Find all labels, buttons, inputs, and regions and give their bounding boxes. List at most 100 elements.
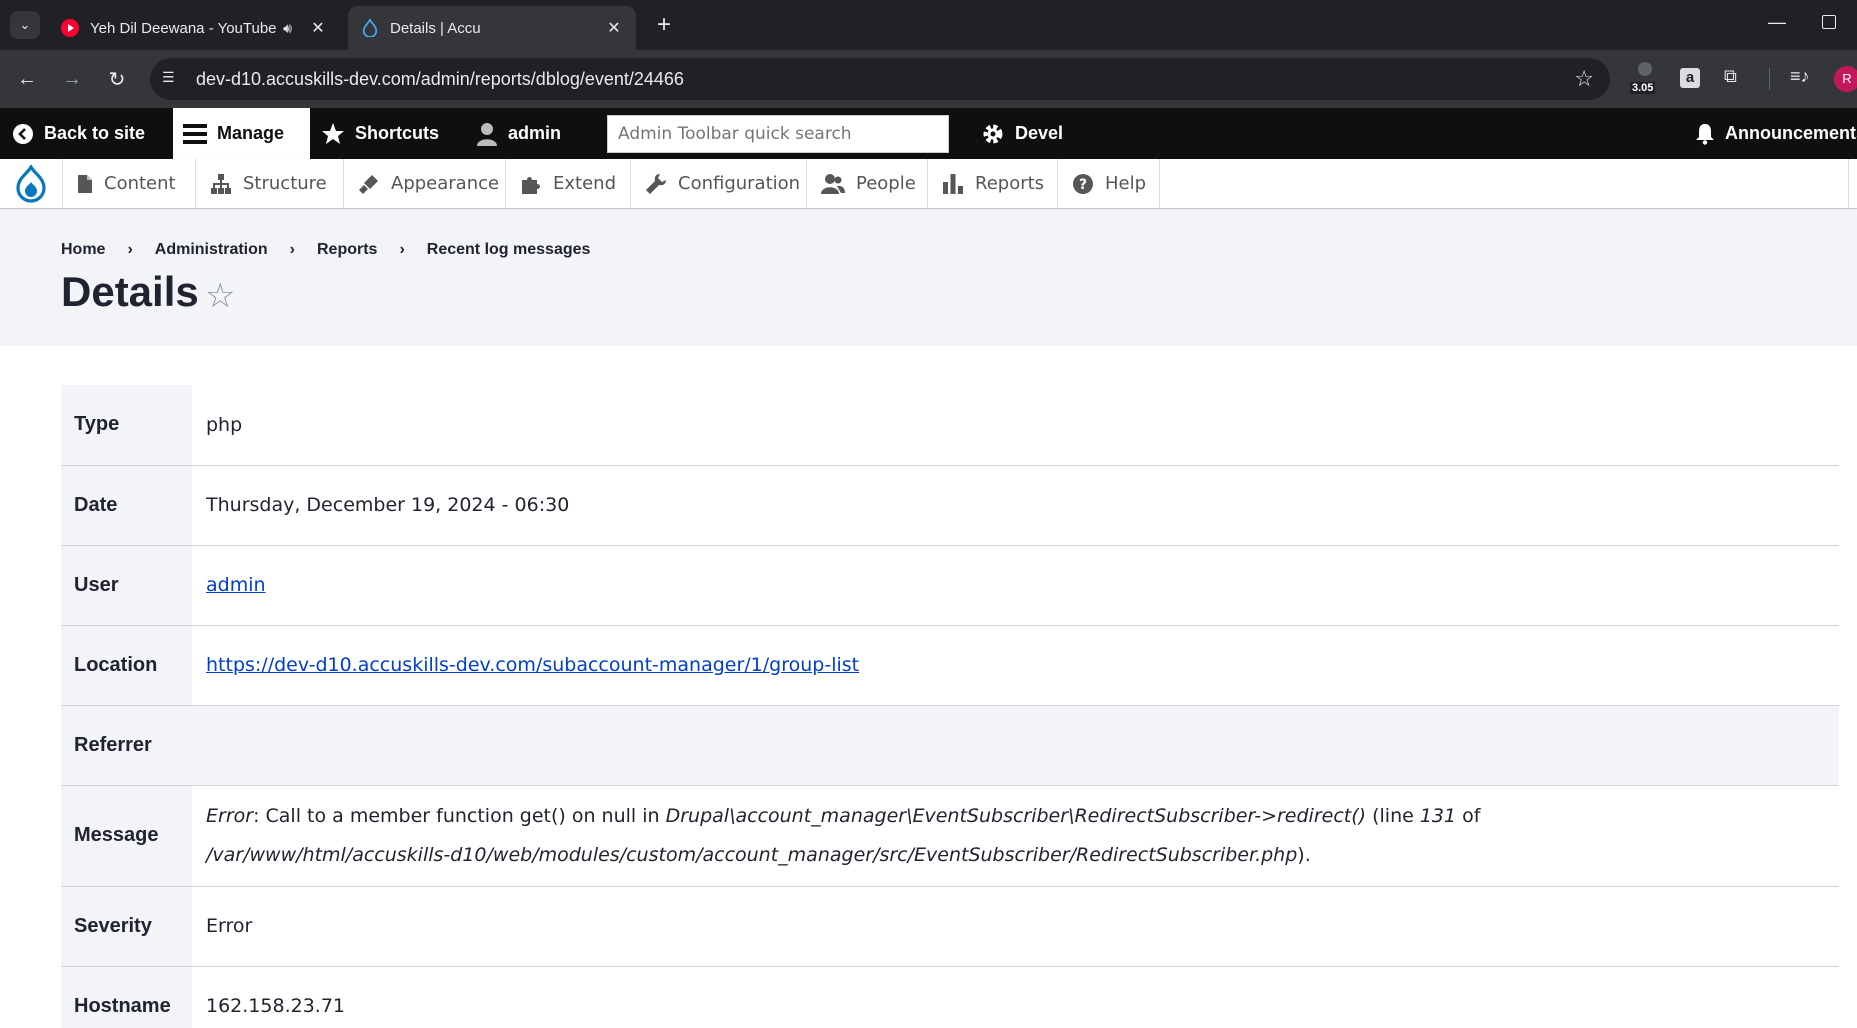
tray-item-help[interactable]: ? Help: [1057, 159, 1159, 208]
site-info-icon[interactable]: ☰: [162, 69, 182, 89]
tray-item-label: Configuration: [678, 173, 801, 194]
tray-item-label: Help: [1105, 173, 1147, 194]
tray-item-appearance[interactable]: Appearance: [343, 159, 505, 208]
tray-divider: [1159, 159, 1160, 208]
announcements-tab[interactable]: Announcements: [1695, 108, 1857, 159]
manage-tab[interactable]: Manage: [173, 108, 310, 159]
toolbar-divider: [1769, 68, 1770, 90]
reload-icon[interactable]: ↻: [102, 64, 132, 94]
type-value: php: [192, 385, 1839, 466]
user-link[interactable]: admin: [206, 574, 266, 596]
breadcrumb-reports[interactable]: Reports: [317, 241, 377, 259]
row-label: Location: [61, 625, 192, 706]
table-row: Type php: [61, 385, 1839, 466]
tray-item-people[interactable]: People: [806, 159, 927, 208]
table-row: Severity Error: [61, 886, 1839, 967]
breadcrumb-separator-icon: ›: [289, 241, 295, 258]
star-icon: [321, 122, 345, 146]
hostname-value: 162.158.23.71: [192, 966, 1839, 1028]
message-text: of: [1456, 804, 1481, 827]
breadcrumb-home[interactable]: Home: [61, 241, 105, 259]
back-to-site-link[interactable]: Back to site: [12, 108, 145, 159]
devel-tab[interactable]: Devel: [981, 108, 1063, 159]
tray-divider: [1848, 159, 1849, 208]
address-bar[interactable]: ☰ dev-d10.accuskills-dev.com/admin/repor…: [150, 58, 1610, 100]
table-row: Location https://dev-d10.accuskills-dev.…: [61, 625, 1839, 706]
tray-item-configuration[interactable]: Configuration: [630, 159, 806, 208]
admin-toolbar: Back to site Manage Shortcuts admin Deve…: [0, 108, 1857, 159]
new-tab-button[interactable]: +: [650, 11, 678, 39]
shortcuts-label: Shortcuts: [355, 123, 440, 143]
url-text[interactable]: dev-d10.accuskills-dev.com/admin/reports…: [196, 69, 684, 90]
back-icon[interactable]: ←: [12, 64, 42, 94]
back-arrow-circle-icon: [12, 123, 34, 145]
bell-icon: [1695, 123, 1715, 145]
tray-item-content[interactable]: Content: [62, 159, 178, 208]
extension-badge-text: 3.05: [1630, 82, 1656, 94]
hamburger-icon: [183, 123, 207, 145]
table-row: Hostname 162.158.23.71: [61, 966, 1839, 1028]
message-text: : Call to a member function get() on nul…: [253, 804, 666, 827]
extensions-puzzle-icon[interactable]: ⧉: [1724, 66, 1737, 87]
tray-item-reports[interactable]: Reports: [927, 159, 1057, 208]
tab-title: Yeh Dil Deewana - YouTube: [90, 19, 277, 37]
message-line: 131: [1419, 804, 1457, 827]
breadcrumb-separator-icon: ›: [399, 241, 405, 258]
breadcrumb-recent-log-messages[interactable]: Recent log messages: [427, 241, 591, 259]
user-tab[interactable]: admin: [476, 108, 561, 159]
admin-tray: Content Structure Appearance Extend Conf…: [0, 159, 1857, 209]
table-row: Referrer: [61, 705, 1839, 786]
browser-address-row: ← → ↻ ☰ dev-d10.accuskills-dev.com/admin…: [0, 50, 1857, 108]
minimize-icon[interactable]: —: [1768, 12, 1786, 33]
tab-search-button[interactable]: ⌄: [10, 11, 40, 39]
page-title: Details: [61, 268, 199, 315]
forward-icon[interactable]: →: [57, 64, 87, 94]
table-row: User admin: [61, 545, 1839, 626]
user-label: admin: [508, 123, 562, 143]
severity-value: Error: [192, 886, 1839, 967]
maximize-icon[interactable]: [1822, 15, 1836, 29]
gear-icon: [981, 122, 1005, 146]
message-error-type: Error: [206, 804, 254, 827]
breadcrumb: Home › Administration › Reports › Recent…: [61, 241, 590, 259]
close-tab-icon[interactable]: ✕: [304, 18, 332, 38]
row-label: User: [61, 545, 192, 626]
message-text: (line: [1366, 804, 1420, 827]
bookmark-star-icon[interactable]: ☆: [1574, 66, 1594, 92]
user-icon: [476, 122, 498, 146]
message-text: ).: [1297, 843, 1311, 866]
tray-item-label: Content: [104, 173, 176, 194]
location-link[interactable]: https://dev-d10.accuskills-dev.com/subac…: [206, 654, 859, 676]
row-label: Type: [61, 385, 192, 466]
admin-toolbar-search-input[interactable]: [607, 115, 949, 153]
breadcrumb-administration[interactable]: Administration: [155, 241, 268, 259]
date-value: Thursday, December 19, 2024 - 06:30: [192, 465, 1839, 546]
browser-tab-details[interactable]: Details | Accu ✕: [348, 6, 636, 50]
amazon-extension-icon[interactable]: a: [1680, 68, 1700, 88]
shortcuts-tab[interactable]: Shortcuts: [321, 108, 439, 159]
row-label: Referrer: [61, 705, 192, 786]
drupal-logo-icon[interactable]: [0, 159, 62, 208]
document-icon: [77, 174, 93, 194]
browser-tab-youtube[interactable]: Yeh Dil Deewana - YouTube 🔊︎ ✕: [50, 6, 340, 50]
breadcrumb-separator-icon: ›: [127, 241, 133, 258]
tray-item-label: Extend: [553, 173, 616, 194]
row-label: Hostname: [61, 966, 192, 1028]
table-row: Message Error: Call to a member function…: [61, 785, 1839, 887]
bar-chart-icon: [942, 173, 964, 195]
add-shortcut-star-icon[interactable]: ☆: [205, 276, 235, 316]
paint-brush-icon: [358, 173, 380, 195]
manage-label: Manage: [217, 123, 285, 143]
profile-avatar[interactable]: R: [1834, 66, 1857, 92]
close-tab-icon[interactable]: ✕: [600, 18, 628, 38]
browser-tab-strip: ⌄ Yeh Dil Deewana - YouTube 🔊︎ ✕ Details…: [0, 0, 1857, 50]
extension-badge-icon[interactable]: 3.05: [1630, 62, 1660, 96]
tray-item-structure[interactable]: Structure: [195, 159, 343, 208]
speaker-icon[interactable]: 🔊︎: [283, 20, 292, 37]
media-controls-icon[interactable]: ≡♪: [1790, 66, 1810, 87]
tray-item-extend[interactable]: Extend: [505, 159, 630, 208]
page-header: Home › Administration › Reports › Recent…: [0, 210, 1857, 346]
announcements-label: Announcements: [1725, 123, 1857, 143]
tray-item-label: Reports: [975, 173, 1045, 194]
message-function: Drupal\account_manager\EventSubscriber\R…: [665, 804, 1367, 827]
